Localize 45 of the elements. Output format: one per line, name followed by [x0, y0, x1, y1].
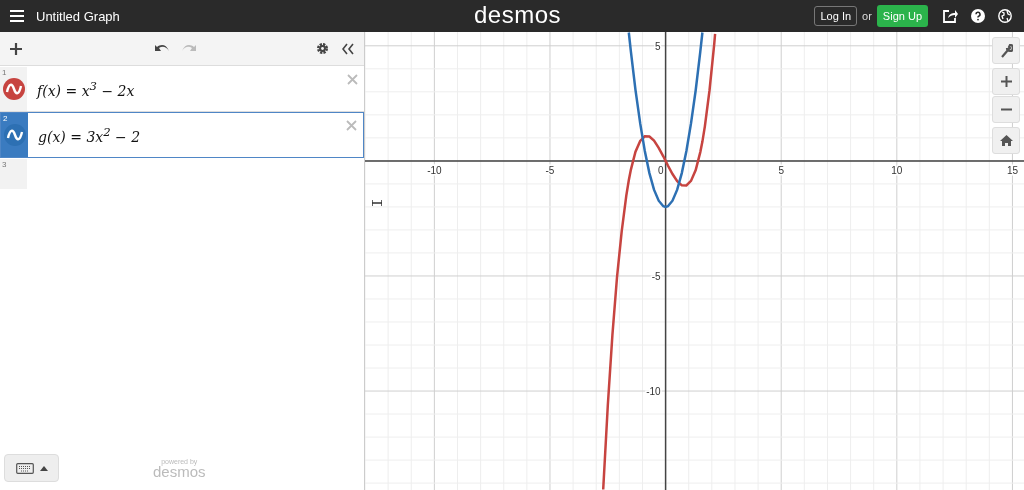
menu-icon[interactable]	[10, 10, 24, 22]
wrench-icon	[999, 43, 1013, 58]
axis-tick-label: -5	[651, 270, 661, 282]
help-icon[interactable]	[971, 9, 985, 23]
zoom-in-button[interactable]	[992, 68, 1020, 95]
add-icon[interactable]	[10, 42, 22, 55]
expression-row[interactable]: 1 f(x) = x$^{3}$ − 2x	[0, 66, 364, 112]
axis-tick-label: 0	[658, 164, 664, 176]
axis-tick-label: -5	[545, 164, 555, 176]
desmos-logo: desmos	[474, 1, 562, 29]
axis-tick-label: 10	[891, 164, 903, 176]
graph-toggle-icon[interactable]	[2, 78, 25, 100]
graph-title[interactable]: Untitled Graph	[36, 8, 120, 24]
minus-icon	[1000, 108, 1012, 111]
expression-index: 3	[2, 160, 7, 169]
share-icon[interactable]	[943, 9, 958, 23]
graph-plot[interactable]: -10 -5 0 5 10 15 5 -5 -10	[365, 32, 1024, 490]
globe-icon[interactable]	[998, 9, 1012, 23]
keyboard-button[interactable]	[4, 454, 59, 482]
keyboard-icon	[15, 462, 34, 474]
wrench-button[interactable]	[992, 37, 1020, 64]
undo-icon[interactable]	[155, 44, 169, 53]
expression-formula[interactable]: g(x) = 3x$^{2}$ − 2	[38, 125, 141, 145]
expression-formula[interactable]: f(x) = x$^{3}$ − 2x	[37, 79, 135, 99]
axis-tick-label: 5	[778, 164, 784, 176]
function-curve[interactable]	[601, 33, 717, 490]
axis-tick-label: -10	[427, 164, 442, 176]
expression-index: 1	[2, 68, 7, 77]
collapse-icon[interactable]	[342, 42, 354, 55]
desmos-logo: desmos	[153, 464, 206, 479]
graph-toggle-icon[interactable]	[3, 124, 26, 146]
caret-icon	[39, 465, 48, 471]
expression-row[interactable]: 2 g(x) = 3x$^{2}$ − 2	[0, 112, 364, 158]
plus-icon	[1000, 76, 1012, 87]
login-button[interactable]: Log In	[814, 6, 858, 26]
or-text: or	[862, 10, 872, 22]
resize-handle-icon[interactable]	[372, 200, 382, 206]
axis-tick-label: 15	[1006, 164, 1018, 176]
expression-index: 2	[3, 114, 8, 123]
axis-tick-label: -10	[646, 386, 661, 398]
axis-tick-label: 5	[655, 40, 661, 52]
home-button[interactable]	[992, 127, 1020, 154]
home-icon	[999, 135, 1013, 146]
function-curve[interactable]	[627, 32, 704, 209]
settings-icon[interactable]	[316, 42, 329, 55]
